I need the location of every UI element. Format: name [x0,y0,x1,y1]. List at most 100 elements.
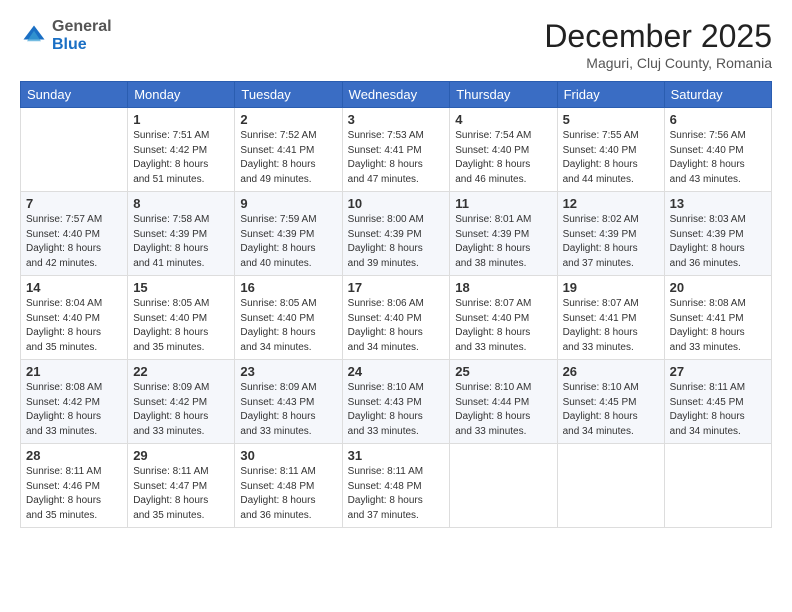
day-info: Sunrise: 8:03 AM Sunset: 4:39 PM Dayligh… [670,213,766,271]
day-number: 16 [240,280,336,295]
calendar-cell: 24Sunrise: 8:10 AM Sunset: 4:43 PM Dayli… [342,360,450,444]
calendar-header-sunday: Sunday [21,82,128,108]
day-info: Sunrise: 8:11 AM Sunset: 4:47 PM Dayligh… [133,465,229,523]
calendar-cell: 11 Sunrise: 8:01 AM Sunset: 4:39 PM Dayli… [450,192,557,276]
day-number: 14 [26,280,122,295]
calendar-cell: 19 Sunrise: 8:07 AM Sunset: 4:41 PM Dayli… [557,276,664,360]
day-number: 29 [133,448,229,463]
day-info: Sunrise: 8:04 AM Sunset: 4:40 PM Dayligh… [26,297,122,355]
day-info: Sunrise: 8:02 AM Sunset: 4:39 PM Dayligh… [563,213,659,271]
logo-text: General Blue [52,18,112,53]
day-info: Sunrise: 8:11 AM Sunset: 4:48 PM Dayligh… [348,465,445,523]
calendar-cell: 15 Sunrise: 8:05 AM Sunset: 4:40 PM Dayli… [128,276,235,360]
day-number: 15 [133,280,229,295]
calendar-cell: 25 Sunrise: 8:10 AM Sunset: 4:44 PM Dayli… [450,360,557,444]
day-number: 25 [455,364,551,379]
calendar-header-friday: Friday [557,82,664,108]
day-info: Sunrise: 8:00 AM Sunset: 4:39 PM Dayligh… [348,213,445,271]
day-number: 20 [670,280,766,295]
day-number: 6 [670,112,766,127]
day-info: Sunrise: 8:11 AM Sunset: 4:45 PM Dayligh… [670,381,766,439]
calendar-week-row: 1Sunrise: 7:51 AM Sunset: 4:42 PM Daylig… [21,108,772,192]
calendar-cell: 26Sunrise: 8:10 AM Sunset: 4:45 PM Dayli… [557,360,664,444]
day-number: 23 [240,364,336,379]
day-number: 30 [240,448,336,463]
calendar-cell: 22Sunrise: 8:09 AM Sunset: 4:42 PM Dayli… [128,360,235,444]
calendar-cell [450,444,557,528]
calendar-week-row: 7 Sunrise: 7:57 AM Sunset: 4:40 PM Daylig… [21,192,772,276]
day-info: Sunrise: 8:11 AM Sunset: 4:48 PM Dayligh… [240,465,336,523]
day-number: 2 [240,112,336,127]
day-info: Sunrise: 8:10 AM Sunset: 4:43 PM Dayligh… [348,381,445,439]
day-number: 31 [348,448,445,463]
day-number: 9 [240,196,336,211]
calendar-cell: 23 Sunrise: 8:09 AM Sunset: 4:43 PM Dayli… [235,360,342,444]
day-number: 13 [670,196,766,211]
day-info: Sunrise: 8:11 AM Sunset: 4:46 PM Dayligh… [26,465,122,523]
calendar-cell: 12 Sunrise: 8:02 AM Sunset: 4:39 PM Dayli… [557,192,664,276]
calendar-cell: 2 Sunrise: 7:52 AM Sunset: 4:41 PM Daylig… [235,108,342,192]
day-number: 21 [26,364,122,379]
day-info: Sunrise: 8:07 AM Sunset: 4:41 PM Dayligh… [563,297,659,355]
calendar-week-row: 14 Sunrise: 8:04 AM Sunset: 4:40 PM Dayli… [21,276,772,360]
day-info: Sunrise: 8:10 AM Sunset: 4:44 PM Dayligh… [455,381,551,439]
calendar-cell: 17 Sunrise: 8:06 AM Sunset: 4:40 PM Dayli… [342,276,450,360]
day-number: 5 [563,112,659,127]
logo-blue: Blue [52,36,87,53]
calendar-header-wednesday: Wednesday [342,82,450,108]
calendar-header-row: SundayMondayTuesdayWednesdayThursdayFrid… [21,82,772,108]
day-info: Sunrise: 7:52 AM Sunset: 4:41 PM Dayligh… [240,129,336,187]
day-info: Sunrise: 7:55 AM Sunset: 4:40 PM Dayligh… [563,129,659,187]
day-info: Sunrise: 8:01 AM Sunset: 4:39 PM Dayligh… [455,213,551,271]
calendar-week-row: 28Sunrise: 8:11 AM Sunset: 4:46 PM Dayli… [21,444,772,528]
calendar-cell: 14 Sunrise: 8:04 AM Sunset: 4:40 PM Dayli… [21,276,128,360]
day-number: 18 [455,280,551,295]
calendar-cell: 3 Sunrise: 7:53 AM Sunset: 4:41 PM Daylig… [342,108,450,192]
calendar-cell: 16Sunrise: 8:05 AM Sunset: 4:40 PM Dayli… [235,276,342,360]
logo: General Blue [20,18,112,53]
day-info: Sunrise: 8:07 AM Sunset: 4:40 PM Dayligh… [455,297,551,355]
calendar-cell: 21 Sunrise: 8:08 AM Sunset: 4:42 PM Dayli… [21,360,128,444]
day-info: Sunrise: 8:09 AM Sunset: 4:43 PM Dayligh… [240,381,336,439]
calendar-table: SundayMondayTuesdayWednesdayThursdayFrid… [20,81,772,528]
calendar-cell: 28Sunrise: 8:11 AM Sunset: 4:46 PM Dayli… [21,444,128,528]
calendar-week-row: 21 Sunrise: 8:08 AM Sunset: 4:42 PM Dayli… [21,360,772,444]
logo-icon [20,22,48,50]
calendar-cell: 1Sunrise: 7:51 AM Sunset: 4:42 PM Daylig… [128,108,235,192]
day-info: Sunrise: 7:56 AM Sunset: 4:40 PM Dayligh… [670,129,766,187]
day-info: Sunrise: 8:08 AM Sunset: 4:42 PM Dayligh… [26,381,122,439]
calendar-cell [557,444,664,528]
day-number: 12 [563,196,659,211]
location: Maguri, Cluj County, Romania [544,55,772,71]
calendar-cell: 7 Sunrise: 7:57 AM Sunset: 4:40 PM Daylig… [21,192,128,276]
day-number: 26 [563,364,659,379]
calendar-header-tuesday: Tuesday [235,82,342,108]
calendar-cell: 8Sunrise: 7:58 AM Sunset: 4:39 PM Daylig… [128,192,235,276]
day-info: Sunrise: 7:59 AM Sunset: 4:39 PM Dayligh… [240,213,336,271]
day-number: 7 [26,196,122,211]
day-number: 4 [455,112,551,127]
logo-general: General [52,18,112,35]
day-info: Sunrise: 7:57 AM Sunset: 4:40 PM Dayligh… [26,213,122,271]
day-info: Sunrise: 8:06 AM Sunset: 4:40 PM Dayligh… [348,297,445,355]
day-number: 27 [670,364,766,379]
day-info: Sunrise: 8:08 AM Sunset: 4:41 PM Dayligh… [670,297,766,355]
calendar-cell: 20 Sunrise: 8:08 AM Sunset: 4:41 PM Dayli… [664,276,771,360]
day-info: Sunrise: 8:05 AM Sunset: 4:40 PM Dayligh… [133,297,229,355]
calendar-cell: 4Sunrise: 7:54 AM Sunset: 4:40 PM Daylig… [450,108,557,192]
day-number: 22 [133,364,229,379]
calendar-cell: 6 Sunrise: 7:56 AM Sunset: 4:40 PM Daylig… [664,108,771,192]
day-number: 10 [348,196,445,211]
header: General Blue December 2025 Maguri, Cluj … [20,18,772,71]
day-number: 17 [348,280,445,295]
calendar-cell [21,108,128,192]
day-number: 19 [563,280,659,295]
day-info: Sunrise: 7:58 AM Sunset: 4:39 PM Dayligh… [133,213,229,271]
calendar-cell: 18 Sunrise: 8:07 AM Sunset: 4:40 PM Dayli… [450,276,557,360]
day-info: Sunrise: 7:53 AM Sunset: 4:41 PM Dayligh… [348,129,445,187]
calendar-cell: 30 Sunrise: 8:11 AM Sunset: 4:48 PM Dayli… [235,444,342,528]
day-number: 3 [348,112,445,127]
day-info: Sunrise: 7:51 AM Sunset: 4:42 PM Dayligh… [133,129,229,187]
calendar-cell: 9 Sunrise: 7:59 AM Sunset: 4:39 PM Daylig… [235,192,342,276]
day-number: 11 [455,196,551,211]
